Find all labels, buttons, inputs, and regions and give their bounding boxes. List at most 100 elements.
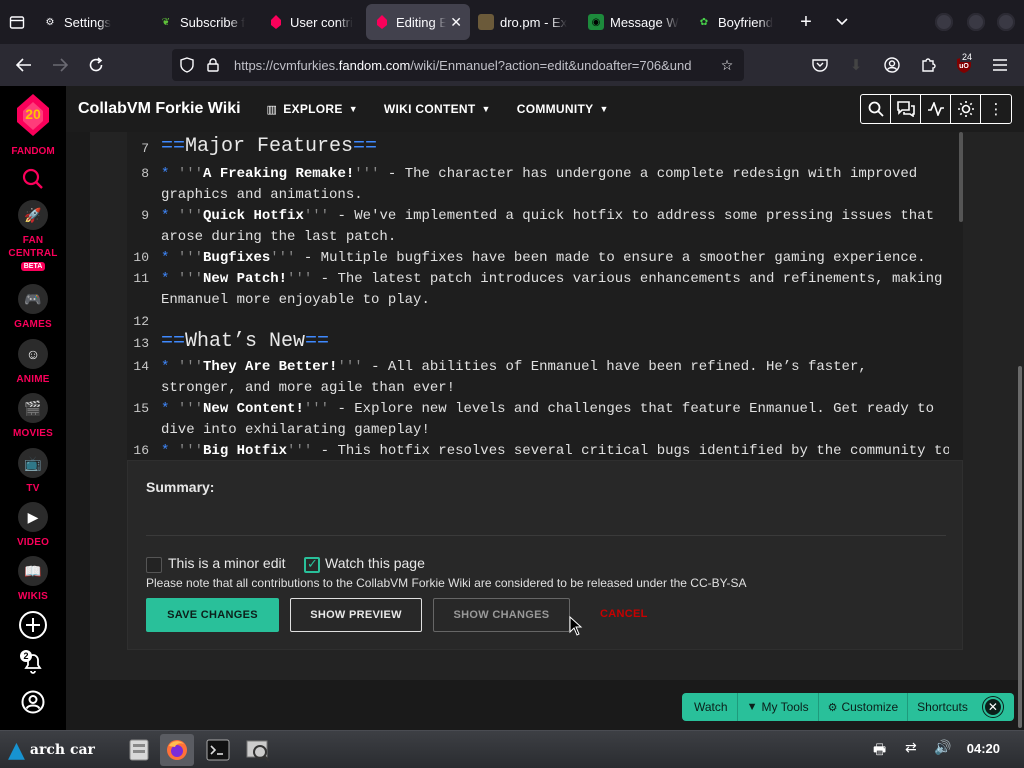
gamepad-icon: 🎮	[18, 284, 48, 314]
wiki-header: CollabVM Forkie Wiki ▥ EXPLORE ▼ WIKI CON…	[66, 86, 1024, 132]
nav-wiki-content[interactable]: WIKI CONTENT ▼	[384, 102, 491, 116]
network-icon[interactable]: ⇄	[905, 739, 917, 756]
summary-input[interactable]	[146, 501, 946, 535]
more-options-icon[interactable]: ⋮	[981, 95, 1011, 123]
forward-button[interactable]	[42, 49, 78, 81]
tab-message[interactable]: ◉ Message W	[580, 4, 688, 40]
mouse-cursor-icon	[569, 616, 583, 636]
user-avatar-icon[interactable]	[21, 690, 45, 719]
extensions-puzzle-icon[interactable]	[918, 55, 938, 75]
tab-settings[interactable]: ⚙ Settings	[34, 4, 150, 40]
tab-editing[interactable]: Editing E ✕	[366, 4, 470, 40]
beta-badge: BETA	[20, 262, 46, 271]
download-icon[interactable]: ⬇	[846, 55, 866, 75]
sidebar-item-video[interactable]: ▶ VIDEO	[0, 502, 66, 549]
maximize-window-button[interactable]	[967, 13, 985, 31]
create-plus-icon[interactable]	[18, 610, 48, 645]
printer-icon[interactable]: 🖶	[873, 739, 886, 763]
theme-sun-icon[interactable]	[951, 95, 981, 123]
my-tools-button[interactable]: ▼ My Tools	[738, 693, 819, 721]
tab-user-contributions[interactable]: User contri	[260, 4, 366, 40]
sidebar-item-fan-central[interactable]: 🚀 FAN CENTRAL BETA	[0, 200, 66, 271]
edit-summary-section: Summary: This is a minor edit Watch this…	[127, 460, 963, 650]
tab-subscribe[interactable]: ❦ Subscribe f	[150, 4, 260, 40]
sidebar-item-wikis[interactable]: 📖 WIKIS	[0, 556, 66, 603]
fandom-global-sidebar: 20 FANDOM 🚀 FAN CENTRAL BETA 🎮 GAMES ☺ A…	[0, 86, 66, 730]
bookmark-star-icon[interactable]: ☆	[718, 56, 736, 74]
image-viewer-icon[interactable]	[241, 734, 275, 766]
play-icon: ▶	[18, 502, 48, 532]
page-scrollbar[interactable]	[1018, 366, 1022, 728]
minor-edit-checkbox[interactable]	[146, 557, 162, 573]
watch-page-checkbox[interactable]	[304, 556, 320, 573]
minor-edit-label[interactable]: This is a minor edit	[168, 555, 285, 571]
explore-icon: ▥	[266, 103, 278, 116]
url-bar[interactable]: https://cvmfurkies.fandom.com/wiki/Enman…	[172, 49, 744, 81]
rocket-icon: 🚀	[18, 200, 48, 230]
sidebar-item-anime[interactable]: ☺ ANIME	[0, 339, 66, 386]
customize-button[interactable]: ⚙ Customize	[819, 693, 909, 721]
tab-boyfriend[interactable]: ✿ Boyfriend	[688, 4, 788, 40]
close-toolbar-icon[interactable]: ✕	[982, 697, 1003, 717]
license-notice: Please note that all contributions to th…	[146, 576, 747, 590]
fandom-icon	[374, 14, 390, 30]
close-tab-icon[interactable]: ✕	[450, 14, 462, 31]
terminal-icon[interactable]	[201, 734, 235, 766]
svg-text:uO: uO	[959, 63, 969, 70]
gear-icon: ⚙	[45, 16, 55, 28]
sidebar-item-tv[interactable]: 📺 TV	[0, 448, 66, 495]
show-changes-button[interactable]: SHOW CHANGES	[433, 598, 570, 632]
url-text: https://cvmfurkies.fandom.com/wiki/Enman…	[234, 57, 692, 73]
shortcuts-button[interactable]: Shortcuts	[908, 693, 977, 721]
notification-count-badge: 2	[20, 650, 32, 662]
nav-community[interactable]: COMMUNITY ▼	[517, 102, 609, 116]
close-window-button[interactable]	[997, 13, 1015, 31]
sidebar-item-movies[interactable]: 🎬 MOVIES	[0, 393, 66, 440]
activity-icon[interactable]	[921, 95, 951, 123]
fandom-logo[interactable]: 20	[15, 94, 51, 136]
file-manager-icon[interactable]	[122, 734, 156, 766]
wiki-title[interactable]: CollabVM Forkie Wiki	[78, 100, 241, 118]
start-menu-button[interactable]: ▲ arch car	[8, 737, 95, 763]
new-tab-button[interactable]: +	[788, 4, 824, 40]
watch-tool-button[interactable]: Watch	[682, 693, 738, 721]
search-icon[interactable]	[861, 95, 891, 123]
tab-dro-pm[interactable]: dro.pm - Ex	[470, 4, 580, 40]
wikitext-editor[interactable]: 7 ==Major Features== 8 * '''A Freaking R…	[127, 132, 963, 460]
shield-icon[interactable]	[178, 56, 196, 74]
wiki-tools-bar: Watch ▼ My Tools ⚙ Customize Shortcuts ✕	[682, 693, 1014, 721]
volume-icon[interactable]: 🔊	[934, 739, 951, 756]
sidebar-item-games[interactable]: 🎮 GAMES	[0, 284, 66, 331]
editor-scrollbar[interactable]	[959, 132, 963, 222]
anime-icon: ☺	[18, 339, 48, 369]
chevron-down-icon: ▼	[348, 104, 358, 114]
show-preview-button[interactable]: SHOW PREVIEW	[290, 598, 422, 632]
leaf-icon: ❦	[161, 16, 171, 28]
save-changes-button[interactable]: SAVE CHANGES	[146, 598, 279, 632]
fandom-icon	[268, 14, 284, 30]
back-button[interactable]	[6, 49, 42, 81]
caret-down-icon: ▼	[746, 701, 758, 713]
search-icon[interactable]	[22, 168, 44, 195]
nav-explore[interactable]: ▥ EXPLORE ▼	[267, 102, 358, 116]
notifications-bell-icon[interactable]: 2	[20, 650, 46, 676]
clock: 04:20	[966, 741, 1000, 756]
message-icon: ◉	[588, 14, 604, 30]
header-tools: ⋮	[860, 94, 1012, 124]
tab-list-icon[interactable]	[0, 0, 34, 44]
cancel-link[interactable]: CANCEL	[600, 608, 648, 620]
lock-icon[interactable]	[204, 56, 222, 74]
hamburger-menu-icon[interactable]	[990, 55, 1010, 75]
reload-button[interactable]	[78, 49, 114, 81]
pocket-icon[interactable]	[810, 55, 830, 75]
account-icon[interactable]	[882, 55, 902, 75]
summary-underline	[146, 535, 946, 536]
firefox-icon[interactable]	[160, 734, 194, 766]
browser-tab-bar: ⚙ Settings ❦ Subscribe f User contri Edi…	[0, 0, 1024, 44]
discussions-icon[interactable]	[891, 95, 921, 123]
watch-page-label[interactable]: Watch this page	[325, 555, 425, 571]
arch-logo-icon: ▲	[8, 736, 25, 763]
browser-nav-bar: https://cvmfurkies.fandom.com/wiki/Enman…	[0, 44, 1024, 86]
minimize-window-button[interactable]	[935, 13, 953, 31]
tab-overflow-chevron-icon[interactable]	[824, 4, 860, 40]
